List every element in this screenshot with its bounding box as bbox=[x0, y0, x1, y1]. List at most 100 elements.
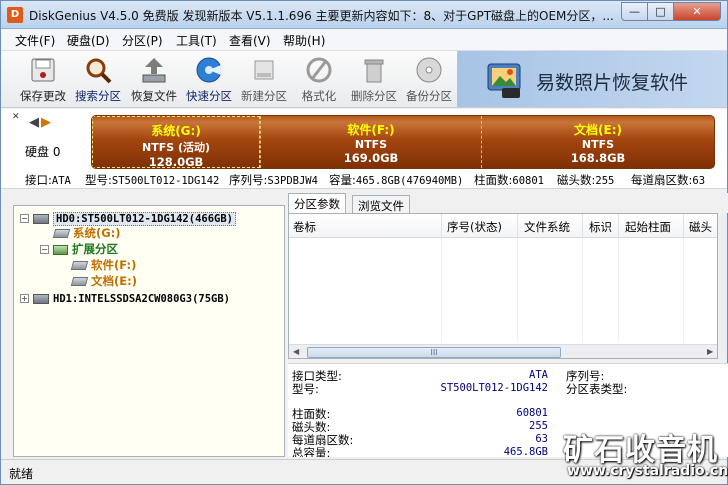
tree-partition-documents[interactable]: 文档(E:) bbox=[70, 273, 137, 289]
collapse-icon[interactable]: − bbox=[20, 214, 29, 223]
collapse-icon[interactable]: − bbox=[40, 245, 49, 254]
disk-info-line: 接口:ATA 型号:ST500LT012-1DG142 序列号:S3PDBJW4… bbox=[1, 169, 727, 189]
menu-disk[interactable]: 硬盘(D) bbox=[67, 32, 110, 49]
partition-fs: NTFS bbox=[581, 138, 615, 151]
column-id[interactable]: 标识 bbox=[589, 219, 612, 235]
tree-partition-software[interactable]: 软件(F:) bbox=[70, 257, 137, 273]
detail-capacity-value: 465.8GB bbox=[503, 446, 548, 457]
scroll-right-icon[interactable]: ▶ bbox=[707, 347, 713, 356]
disk-capacity: 容量:465.8GB(476940MB) bbox=[329, 173, 464, 187]
quick-partition-button[interactable]: 快速分区 bbox=[180, 53, 238, 105]
detail-heads-value: 255 bbox=[529, 420, 548, 432]
tab-partition-params[interactable]: 分区参数 bbox=[288, 193, 346, 213]
new-partition-icon bbox=[254, 60, 274, 80]
backup-partition-icon bbox=[416, 57, 442, 83]
menu-bar: 文件(F) 硬盘(D) 分区(P) 工具(T) 查看(V) 帮助(H) bbox=[1, 29, 727, 51]
tree-disk-hd1[interactable]: + HD1:INTELSSDSA2CW080G3(75GB) bbox=[20, 290, 230, 306]
column-filesystem[interactable]: 文件系统 bbox=[524, 219, 570, 235]
disk-sectors: 每道扇区数:63 bbox=[631, 173, 706, 187]
close-button[interactable]: ✕ bbox=[673, 2, 721, 21]
tree-extended-partition-label: 扩展分区 bbox=[72, 242, 118, 256]
title-bar[interactable]: D DiskGenius V4.5.0 免费版 发现新版本 V5.1.1.696… bbox=[1, 1, 727, 29]
pin-icon[interactable]: ✕ bbox=[12, 112, 20, 122]
delete-partition-icon bbox=[364, 59, 384, 83]
partition-icon bbox=[70, 277, 89, 286]
disk-map-panel: ✕ ◀ ▶ 硬盘 0 系统(G:) NTFS (活动) 128.0GB 软件(F… bbox=[1, 109, 727, 169]
app-icon: D bbox=[7, 7, 23, 23]
menu-help[interactable]: 帮助(H) bbox=[283, 32, 325, 49]
detail-interface-type-value: ATA bbox=[529, 369, 548, 381]
detail-model-label: 型号: bbox=[292, 382, 319, 396]
partition-size: 169.0GB bbox=[343, 151, 399, 165]
menu-tools[interactable]: 工具(T) bbox=[176, 32, 217, 49]
scrollbar-thumb[interactable]: III bbox=[307, 347, 561, 358]
tab-browse-files[interactable]: 浏览文件 bbox=[352, 195, 410, 213]
search-partition-label: 搜索分区 bbox=[75, 89, 121, 103]
new-partition-label: 新建分区 bbox=[241, 89, 287, 103]
tree-disk-hd1-label: HD1:INTELSSDSA2CW080G3(75GB) bbox=[53, 293, 231, 305]
quick-partition-label: 快速分区 bbox=[186, 89, 232, 103]
detail-capacity-label: 总容量: bbox=[292, 446, 331, 457]
quick-partition-icon bbox=[196, 57, 223, 83]
photo-recovery-ad[interactable]: 易数照片恢复软件 bbox=[457, 51, 727, 107]
recover-file-icon bbox=[142, 58, 166, 83]
new-partition-button[interactable]: 新建分区 bbox=[235, 53, 293, 105]
vertical-scrollbar[interactable] bbox=[718, 213, 727, 359]
tab-bar: 分区参数 浏览文件 bbox=[288, 193, 728, 213]
list-header: 卷标 序号(状态) 文件系统 标识 起始柱面 磁头 bbox=[289, 214, 717, 238]
recover-file-button[interactable]: 恢复文件 bbox=[125, 53, 183, 105]
column-index-status[interactable]: 序号(状态) bbox=[447, 219, 502, 235]
main-window: D DiskGenius V4.5.0 免费版 发现新版本 V5.1.1.696… bbox=[0, 0, 728, 485]
partition-block-system[interactable]: 系统(G:) NTFS (活动) 128.0GB bbox=[92, 116, 260, 168]
column-start-cylinder[interactable]: 起始柱面 bbox=[625, 219, 671, 235]
tree-partition-software-label: 软件(F:) bbox=[91, 258, 137, 272]
format-button[interactable]: 格式化 bbox=[290, 53, 348, 105]
partition-block-software[interactable]: 软件(F:) NTFS 169.0GB bbox=[260, 116, 481, 168]
status-text: 就绪 bbox=[9, 467, 34, 481]
disk-model: 型号:ST500LT012-1DG142 bbox=[85, 173, 220, 187]
partition-icon bbox=[70, 261, 89, 270]
search-partition-button[interactable]: 搜索分区 bbox=[69, 53, 127, 105]
horizontal-scrollbar[interactable]: ◀ III ▶ bbox=[289, 344, 717, 358]
menu-partition[interactable]: 分区(P) bbox=[122, 32, 163, 49]
backup-partition-label: 备份分区 bbox=[406, 89, 452, 103]
maximize-button[interactable]: □ bbox=[647, 2, 674, 21]
column-head[interactable]: 磁头 bbox=[689, 219, 712, 235]
photo-recovery-ad-text: 易数照片恢复软件 bbox=[536, 72, 689, 94]
delete-partition-label: 删除分区 bbox=[351, 89, 397, 103]
tree-extended-partition[interactable]: − 扩展分区 bbox=[40, 241, 118, 257]
partition-size: 168.8GB bbox=[570, 151, 626, 165]
save-changes-button[interactable]: 保存更改 bbox=[14, 53, 72, 105]
disk-serial: 序列号:S3PDBJW4 bbox=[229, 173, 318, 187]
next-disk-icon[interactable]: ▶ bbox=[41, 115, 51, 130]
partition-name: 文档(E:) bbox=[574, 123, 622, 137]
detail-pt-type-label: 分区表类型: bbox=[566, 382, 628, 396]
tree-partition-system[interactable]: 系统(G:) bbox=[52, 225, 121, 241]
delete-partition-button[interactable]: 删除分区 bbox=[345, 53, 403, 105]
scroll-left-icon[interactable]: ◀ bbox=[293, 347, 299, 356]
photo-recovery-icon bbox=[487, 63, 521, 98]
save-icon bbox=[31, 58, 55, 82]
partition-fs: NTFS bbox=[354, 138, 388, 151]
detail-model-value: ST500LT012-1DG142 bbox=[440, 382, 548, 394]
disk-interface: 接口:ATA bbox=[25, 173, 71, 187]
disk-label: 硬盘 0 bbox=[25, 145, 61, 159]
expand-icon[interactable]: + bbox=[20, 294, 29, 303]
format-icon bbox=[306, 57, 332, 83]
partition-block-documents[interactable]: 文档(E:) NTFS 168.8GB bbox=[481, 116, 714, 168]
minimize-button[interactable]: — bbox=[621, 2, 648, 21]
menu-file[interactable]: 文件(F) bbox=[15, 32, 55, 49]
extended-partition-icon bbox=[53, 244, 68, 255]
backup-partition-button[interactable]: 备份分区 bbox=[400, 53, 458, 105]
format-label: 格式化 bbox=[301, 89, 337, 103]
partition-name: 软件(F:) bbox=[347, 123, 395, 137]
detail-sectors-value: 63 bbox=[535, 433, 548, 445]
partition-size: 128.0GB bbox=[148, 155, 204, 169]
prev-disk-icon[interactable]: ◀ bbox=[29, 115, 39, 130]
recover-file-label: 恢复文件 bbox=[131, 89, 177, 103]
menu-view[interactable]: 查看(V) bbox=[229, 32, 271, 49]
tree-disk-hd0[interactable]: − HD0:ST500LT012-1DG142(466GB) bbox=[20, 210, 237, 226]
partition-name: 系统(G:) bbox=[151, 124, 201, 138]
hard-disk-icon bbox=[33, 293, 49, 304]
column-volume-label[interactable]: 卷标 bbox=[293, 219, 316, 235]
